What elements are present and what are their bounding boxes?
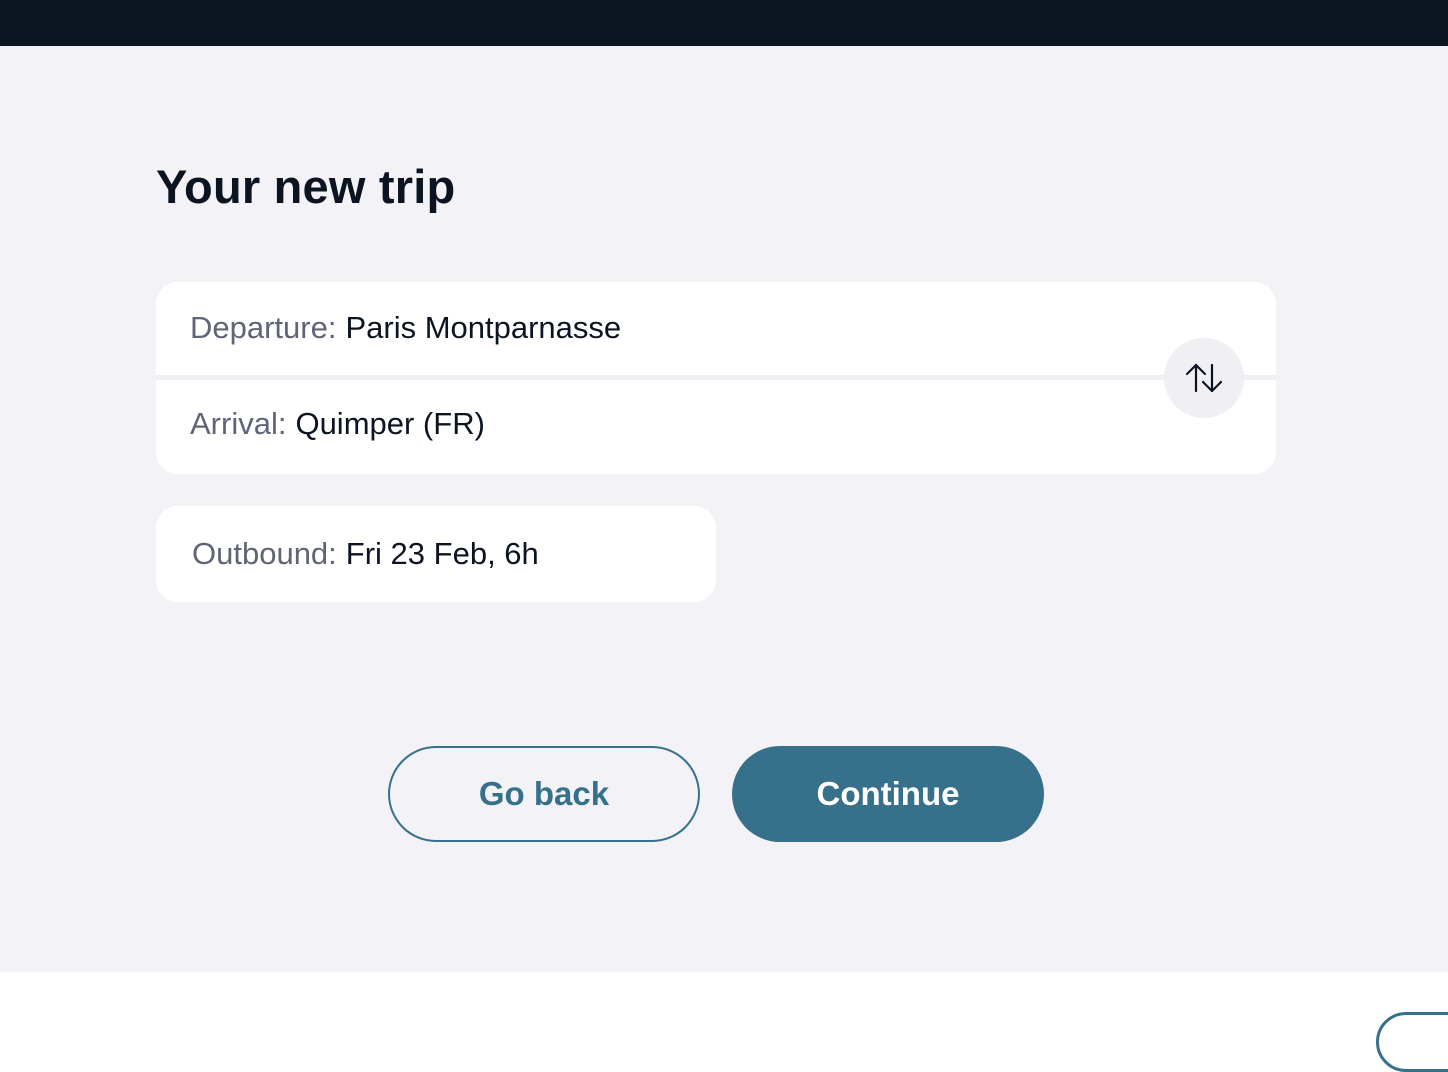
arrival-label: Arrival: [190,406,287,441]
outbound-date-card[interactable]: Outbound: Fri 23 Feb, 6h [156,506,716,602]
footer-partial-button[interactable] [1376,1012,1448,1072]
go-back-button[interactable]: Go back [388,746,700,842]
top-nav-bar [0,0,1448,46]
outbound-value: Fri 23 Feb, 6h [345,536,539,571]
outbound-field: Outbound: Fri 23 Feb, 6h [192,532,539,576]
arrival-value: Quimper (FR) [295,406,485,441]
route-divider [156,375,1276,380]
continue-button[interactable]: Continue [732,746,1044,842]
departure-label: Departure: [190,310,337,345]
departure-field[interactable]: Departure: Paris Montparnasse [190,306,621,350]
swap-stations-button[interactable] [1164,338,1244,418]
footer-area [0,972,1448,1018]
route-card: Departure: Paris Montparnasse Arrival: Q… [156,282,1276,474]
arrival-field[interactable]: Arrival: Quimper (FR) [190,402,485,446]
outbound-label: Outbound: [192,536,337,571]
departure-value: Paris Montparnasse [345,310,622,345]
swap-vertical-arrows-icon [1185,363,1223,393]
page-title: Your new trip [156,160,456,213]
